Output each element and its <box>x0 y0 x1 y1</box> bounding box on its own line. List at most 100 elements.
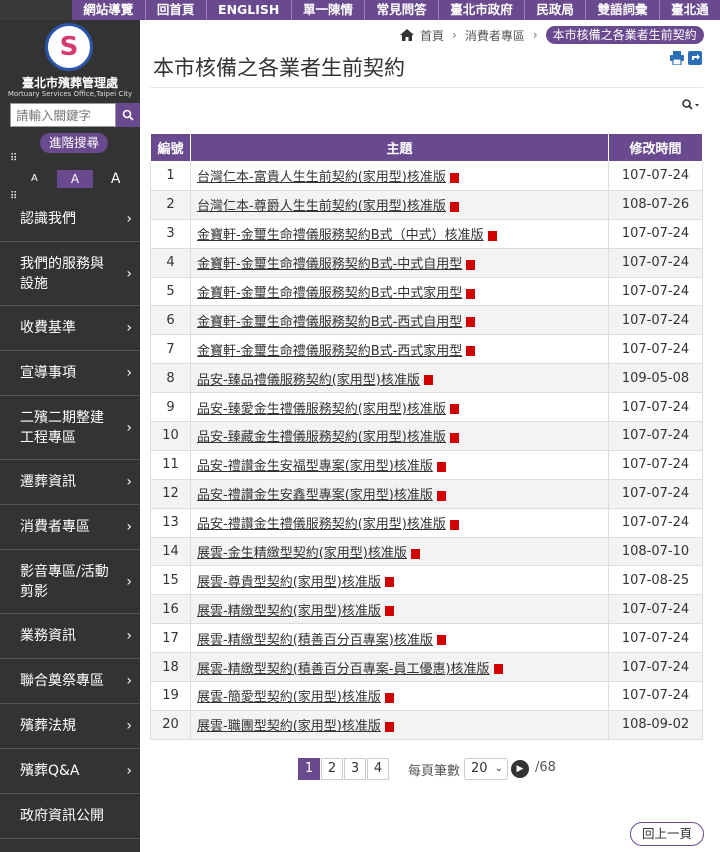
page-button[interactable]: 4 <box>367 758 389 780</box>
header-date: 修改時間 <box>608 133 703 162</box>
sidebar-menu-item[interactable]: 認識我們 › <box>0 196 140 242</box>
table-row: 3金寶軒-金璽生命禮儀服務契約B式（中式）核准版⬛107-07-24 <box>150 218 703 249</box>
sidebar-menu-label: 認識我們 <box>20 210 76 227</box>
row-title-link[interactable]: 金寶軒-金璽生命禮儀服務契約B式-西式自用型 <box>197 315 462 330</box>
row-title-link[interactable]: 品安-臻藏金生禮儀服務契約(家用型)核准版 <box>197 430 446 445</box>
pdf-icon[interactable]: ⬛ <box>493 664 503 675</box>
top-nav-item[interactable]: 常見問答 <box>364 0 438 20</box>
table-row: 17展雲-精緻型契約(積善百分百專案)核准版⬛107-07-24 <box>150 623 703 654</box>
pdf-icon[interactable]: ⬛ <box>384 692 394 703</box>
row-title-link[interactable]: 金寶軒-金璽生命禮儀服務契約B式-中式自用型 <box>197 257 462 272</box>
search-button[interactable] <box>116 103 140 127</box>
top-nav-item[interactable]: 網站導覽 <box>72 0 145 20</box>
search-icon[interactable] <box>681 98 701 112</box>
sidebar-menu-label: 政府資訊公開 <box>20 808 104 824</box>
per-page-select[interactable]: 20 ⌄ <box>464 758 508 780</box>
sidebar-menu-item[interactable]: 政府資訊公開 <box>0 794 140 839</box>
pdf-icon[interactable]: ⬛ <box>436 461 446 472</box>
top-nav-item[interactable]: 臺北市政府 <box>437 0 524 20</box>
top-nav-item[interactable]: 民政局 <box>524 0 585 20</box>
row-title-link[interactable]: 金寶軒-金璽生命禮儀服務契約B式（中式）核准版 <box>197 228 484 243</box>
row-title-link[interactable]: 品安-臻愛金生禮儀服務契約(家用型)核准版 <box>197 402 446 417</box>
row-title-link[interactable]: 展雲-金生精緻型契約(家用型)核准版 <box>197 546 407 561</box>
top-nav-item[interactable]: ENGLISH <box>205 0 291 20</box>
row-number: 15 <box>150 565 191 596</box>
pdf-icon[interactable]: ⬛ <box>449 519 459 530</box>
font-size-medium-button[interactable]: A <box>56 170 94 188</box>
go-button[interactable]: ▶ <box>511 760 529 778</box>
pdf-icon[interactable]: ⬛ <box>449 172 459 183</box>
sidebar-menu-item[interactable]: 遷葬資訊 › <box>0 460 140 505</box>
back-button[interactable]: 回上一頁 <box>630 822 704 846</box>
row-title-link[interactable]: 展雲-尊貴型契約(家用型)核准版 <box>197 575 381 590</box>
row-date: 107-07-24 <box>608 305 703 336</box>
top-nav-item[interactable]: 臺北通 <box>658 0 720 20</box>
top-nav-item[interactable]: 單一陳情 <box>290 0 365 20</box>
print-icon[interactable] <box>670 51 684 65</box>
row-title-link[interactable]: 台灣仁本-富貴人生生前契約(家用型)核准版 <box>197 170 446 185</box>
sidebar-menu-item[interactable]: 業務資訊 › <box>0 614 140 659</box>
pdf-icon[interactable]: ⬛ <box>410 548 420 559</box>
sidebar-menu-item[interactable]: 消費者專區 › <box>0 505 140 550</box>
sidebar-menu-item[interactable]: 殯葬法規 › <box>0 704 140 749</box>
pdf-icon[interactable]: ⬛ <box>466 288 476 299</box>
row-number: 20 <box>150 709 191 740</box>
pdf-icon[interactable]: ⬛ <box>449 201 459 212</box>
sidebar-menu-item[interactable]: 我們的服務與設施 › <box>0 242 140 306</box>
search-input[interactable] <box>10 103 116 127</box>
row-title-link[interactable]: 展雲-簡愛型契約(家用型)核准版 <box>197 690 381 705</box>
breadcrumb-home[interactable]: 首頁 <box>420 27 444 44</box>
row-title-link[interactable]: 展雲-職團型契約(家用型)核准版 <box>197 719 381 734</box>
breadcrumb-section[interactable]: 消費者專區 <box>465 27 525 44</box>
font-size-small-button[interactable]: A <box>20 170 49 188</box>
pdf-icon[interactable]: ⬛ <box>384 577 394 588</box>
row-title-link[interactable]: 品安-禮讚金生安福型專案(家用型)核准版 <box>197 459 433 474</box>
font-size-switcher: A A A <box>20 170 130 188</box>
row-title-link[interactable]: 台灣仁本-尊爵人生生前契約(家用型)核准版 <box>197 199 446 214</box>
share-icon[interactable] <box>688 51 702 65</box>
sidebar-menu-item[interactable]: 宣導事項 › <box>0 351 140 396</box>
page-button[interactable]: 2 <box>321 758 343 780</box>
table-row: 11品安-禮讚金生安福型專案(家用型)核准版⬛107-07-24 <box>150 449 703 480</box>
table-row: 6 金寶軒-金璽生命禮儀服務契約B式-西式自用型 ⬛ 107-07-24 <box>150 305 703 336</box>
sidebar: S 臺北市殯葬管理處 Mortuary Services Office,Taip… <box>0 20 140 852</box>
row-title-link[interactable]: 展雲-精緻型契約(積善百分百專案)核准版 <box>197 633 433 648</box>
pdf-icon[interactable]: ⬛ <box>384 721 394 732</box>
top-nav-item[interactable]: 雙語詞彙 <box>585 0 659 20</box>
page-button[interactable]: 3 <box>344 758 366 780</box>
per-page-label: 每頁筆數 <box>408 764 461 779</box>
sidebar-menu-item[interactable]: 收費基準 › <box>0 306 140 351</box>
row-number: 12 <box>150 478 191 509</box>
row-title-link[interactable]: 品安-禮讚金生禮儀服務契約(家用型)核准版 <box>197 517 446 532</box>
sidebar-menu-item[interactable]: 影音專區/活動剪影 › <box>0 550 140 614</box>
row-title-link[interactable]: 品安-禮讚金生安鑫型專案(家用型)核准版 <box>197 488 433 503</box>
pdf-icon[interactable]: ⬛ <box>423 375 433 386</box>
row-title-cell: 展雲-職團型契約(家用型)核准版⬛ <box>190 709 609 740</box>
row-title-cell: 展雲-精緻型契約(積善百分百專案)核准版⬛ <box>190 623 609 654</box>
row-number: 4 <box>150 247 191 278</box>
pdf-icon[interactable]: ⬛ <box>466 317 476 328</box>
sidebar-menu-item[interactable]: 聯合奠祭專區 › <box>0 659 140 704</box>
sidebar-menu-item[interactable]: 二殯二期整建工程專區 › <box>0 396 140 460</box>
row-date: 107-07-24 <box>608 681 703 711</box>
row-title-link[interactable]: 展雲-精緻型契約(家用型)核准版 <box>197 604 381 619</box>
row-date: 107-07-24 <box>608 421 703 451</box>
sidebar-menu-item[interactable]: 殯葬Q&A › <box>0 749 140 794</box>
row-title-link[interactable]: 金寶軒-金璽生命禮儀服務契約B式-中式家用型 <box>197 286 462 301</box>
page-button[interactable]: 1 <box>298 758 320 780</box>
pdf-icon[interactable]: ⬛ <box>436 490 446 501</box>
pdf-icon[interactable]: ⬛ <box>466 259 476 270</box>
pdf-icon[interactable]: ⬛ <box>487 230 497 241</box>
site-logo[interactable]: S 臺北市殯葬管理處 Mortuary Services Office,Taip… <box>0 20 140 100</box>
pdf-icon[interactable]: ⬛ <box>449 404 459 415</box>
pdf-icon[interactable]: ⬛ <box>436 635 446 646</box>
top-nav-item[interactable]: 回首頁 <box>144 0 206 20</box>
row-title-link[interactable]: 金寶軒-金璽生命禮儀服務契約B式-西式家用型 <box>197 344 462 359</box>
pdf-icon[interactable]: ⬛ <box>449 432 459 443</box>
advanced-search-button[interactable]: 進階搜尋 <box>40 133 108 153</box>
pdf-icon[interactable]: ⬛ <box>384 606 394 617</box>
font-size-large-button[interactable]: A <box>101 170 130 188</box>
row-title-link[interactable]: 品安-臻品禮儀服務契約(家用型)核准版 <box>197 373 420 388</box>
pdf-icon[interactable]: ⬛ <box>466 346 476 357</box>
row-title-link[interactable]: 展雲-精緻型契約(積善百分百專案-員工優惠)核准版 <box>197 662 490 677</box>
